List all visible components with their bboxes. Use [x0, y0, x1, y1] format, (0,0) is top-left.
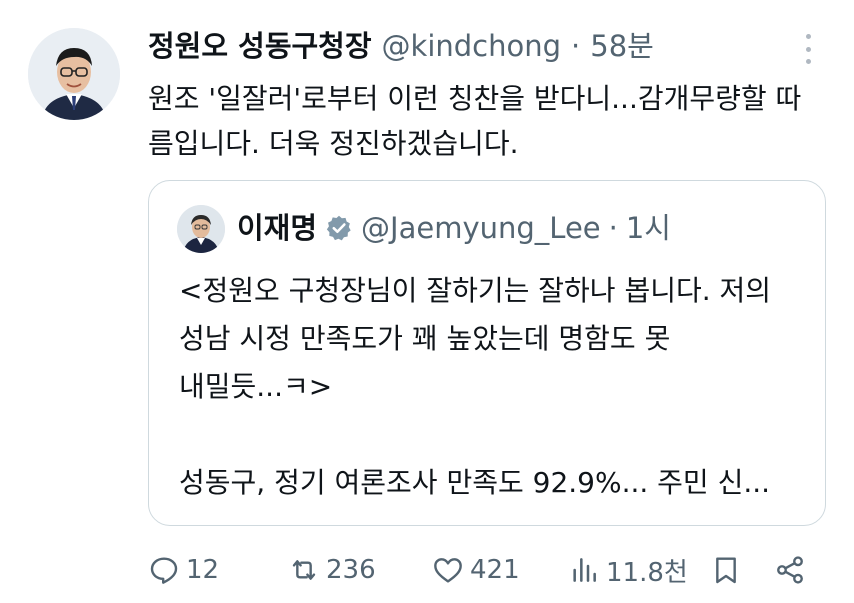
quoted-avatar-image	[177, 205, 225, 253]
author-name[interactable]: 정원오 성동구청장	[148, 26, 372, 66]
reply-count: 12	[186, 555, 220, 585]
views-chart-icon	[573, 558, 596, 582]
action-bar: 12 236 421 11.8천	[148, 548, 818, 592]
quoted-tweet-text: <정원오 구청장님이 잘하기는 잘하나 봅니다. 저의 성남 시정 만족도가 꽤…	[179, 267, 799, 507]
share-icon	[777, 556, 803, 584]
quoted-separator-dot: ·	[608, 211, 618, 245]
author-avatar[interactable]	[28, 28, 120, 120]
bookmark-button[interactable]	[710, 548, 742, 592]
tweet-card[interactable]: 정원오 성동구청장 @kindchong · 58분 원조 '일잘러'로부터 이…	[0, 0, 854, 603]
separator-dot: ·	[571, 29, 581, 63]
bookmark-icon	[716, 557, 736, 584]
reply-button[interactable]: 12	[148, 548, 219, 592]
quoted-text-line: <정원오 구청장님이 잘하기는 잘하나 봅니다. 저의	[179, 274, 772, 307]
quoted-author-name[interactable]: 이재명	[237, 207, 317, 249]
retweet-icon	[292, 560, 316, 580]
like-count: 421	[470, 555, 520, 585]
share-button[interactable]	[774, 548, 806, 592]
quoted-tweet-time[interactable]: 1시	[626, 207, 671, 249]
like-button[interactable]: 421	[432, 548, 520, 592]
author-handle[interactable]: @kindchong	[382, 26, 562, 66]
quoted-text-line: 성동구, 정기 여론조사 만족도 92.9%... 주민 신...	[179, 466, 771, 499]
more-options-icon[interactable]	[800, 34, 816, 64]
retweet-button[interactable]: 236	[288, 548, 376, 592]
tweet-text: 원조 '일잘러'로부터 이런 칭찬을 받다니...감개무량할 따름입니다. 더욱…	[148, 82, 802, 160]
tweet-header: 정원오 성동구청장 @kindchong · 58분	[148, 26, 654, 66]
retweet-count: 236	[326, 555, 376, 585]
author-avatar-image	[28, 28, 120, 120]
quoted-text-blank-line	[179, 411, 799, 459]
quoted-text-line: 성남 시정 만족도가 꽤 높았는데 명함도 못	[179, 322, 671, 355]
quoted-tweet[interactable]: 이재명 @Jaemyung_Lee · 1시 <정원오 구청장님이 잘하기는 잘…	[148, 180, 826, 526]
quoted-author-avatar[interactable]	[177, 205, 225, 253]
tweet-time[interactable]: 58분	[590, 26, 654, 66]
views-button[interactable]: 11.8천	[568, 548, 688, 592]
quoted-text-line: 내밀듯...ㅋ>	[179, 370, 333, 403]
heart-icon	[434, 558, 462, 583]
views-count: 11.8천	[606, 557, 688, 588]
quoted-author-handle[interactable]: @Jaemyung_Lee	[361, 207, 601, 249]
verified-badge-icon[interactable]	[325, 214, 353, 242]
quoted-tweet-header: 이재명 @Jaemyung_Lee · 1시	[237, 207, 671, 249]
reply-icon	[150, 557, 178, 584]
